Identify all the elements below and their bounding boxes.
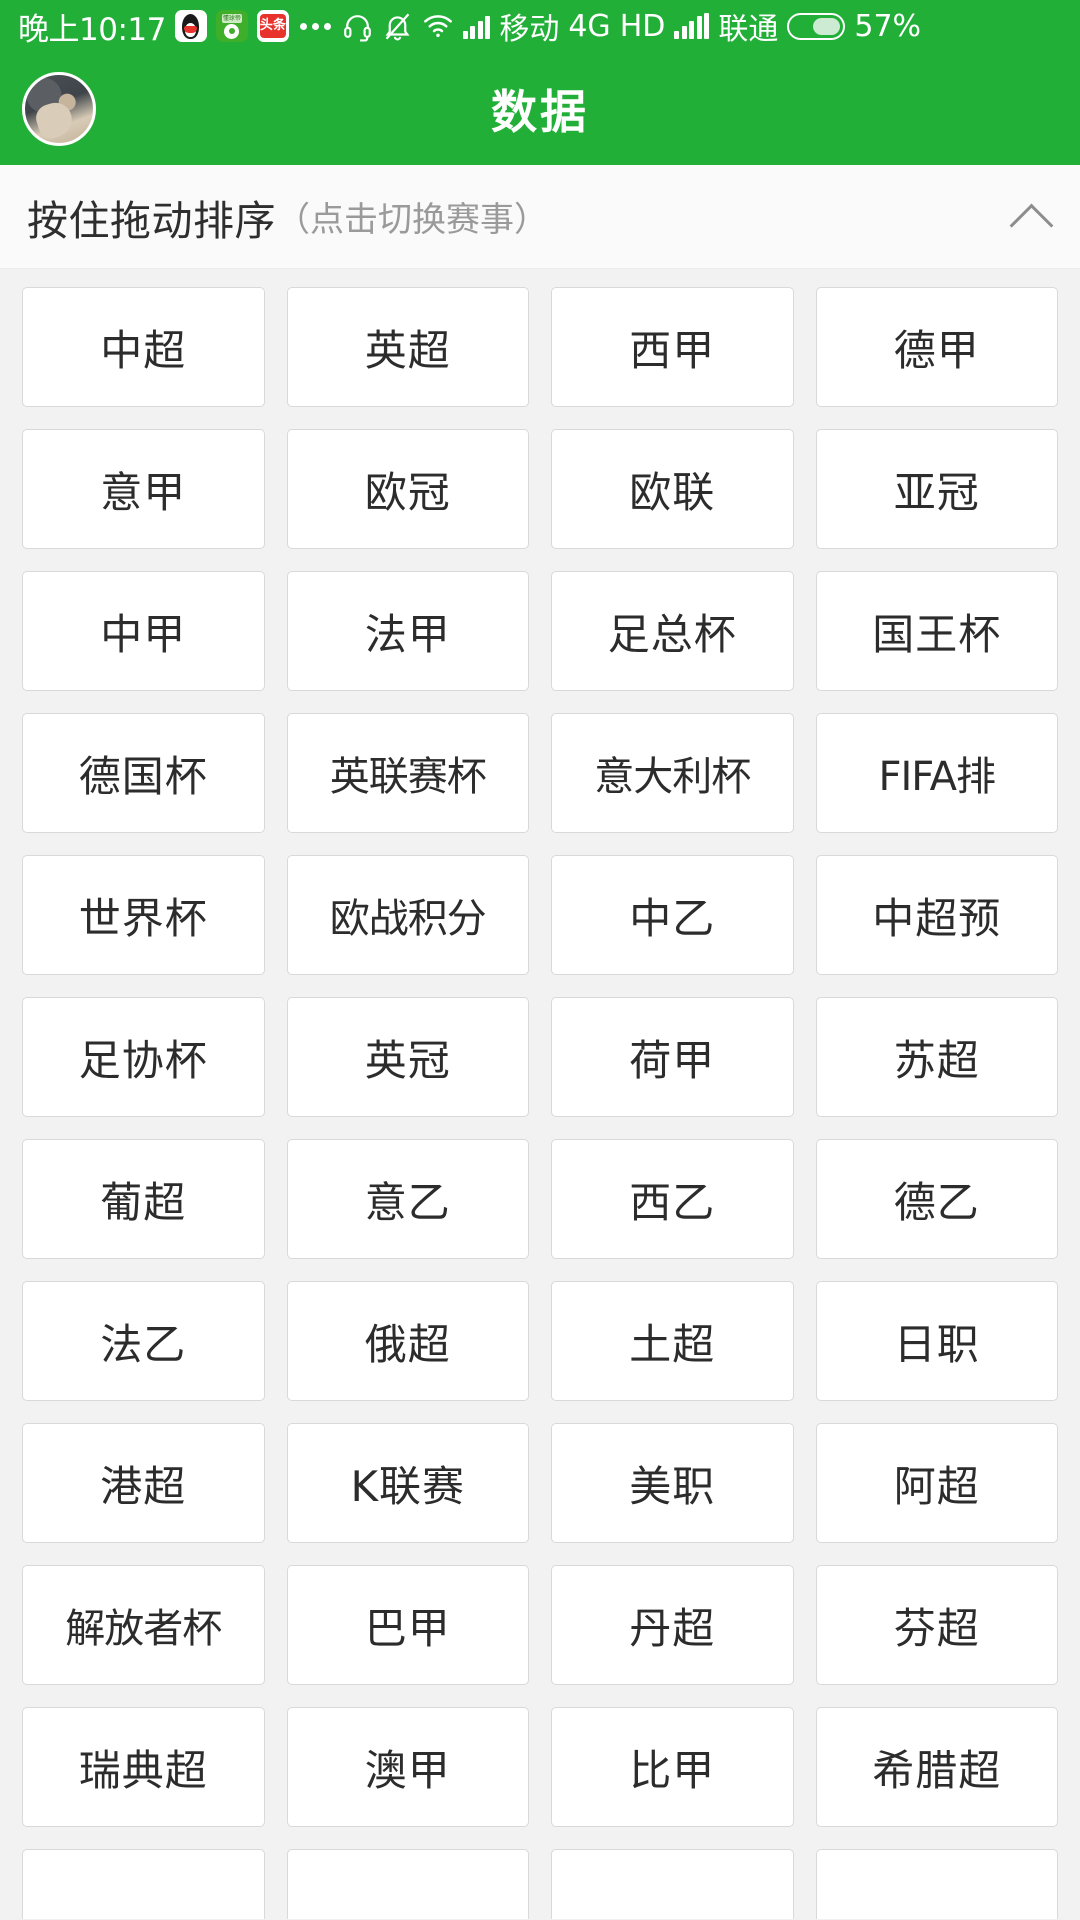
- league-cell[interactable]: 苏超: [815, 997, 1058, 1117]
- league-cell[interactable]: 澳甲: [286, 1707, 529, 1827]
- wifi-icon: [422, 10, 454, 42]
- avatar[interactable]: [22, 71, 96, 146]
- status-clock: 晚上10:17: [18, 11, 166, 48]
- league-cell[interactable]: 足总杯: [551, 571, 794, 691]
- league-cell[interactable]: 中超预: [815, 855, 1058, 975]
- app-header: 数据: [0, 52, 1080, 165]
- league-cell[interactable]: 日职: [815, 1281, 1058, 1401]
- sort-hint-note-label: （点击切换赛事）: [276, 200, 548, 240]
- carrier-label-1: 移动: [499, 12, 560, 47]
- league-cell[interactable]: 港超: [22, 1423, 265, 1543]
- carrier-label-2: 联通: [718, 12, 779, 47]
- league-cell[interactable]: 英超: [286, 287, 529, 407]
- league-grid-container: 中超 英超 西甲 德甲意甲 欧冠 欧联 亚冠中甲 法甲 足总杯 国王杯德国杯 英联赛杯 意大利杯 FIF…: [0, 269, 1080, 1919]
- league-cell[interactable]: 英联赛杯: [286, 713, 529, 833]
- league-cell[interactable]: 美职: [551, 1423, 794, 1543]
- league-cell[interactable]: 解放者杯: [22, 1565, 265, 1685]
- league-cell[interactable]: 法甲: [286, 571, 529, 691]
- battery-icon: [787, 12, 846, 40]
- league-cell[interactable]: [551, 1849, 794, 1919]
- league-cell[interactable]: 瑞典超: [22, 1707, 265, 1827]
- league-cell[interactable]: 巴甲: [286, 1565, 529, 1685]
- page-title: 数据: [491, 84, 589, 139]
- football-app-icon: 懂球帝: [215, 10, 248, 42]
- league-cell[interactable]: 土超: [551, 1281, 794, 1401]
- league-cell[interactable]: 荷甲: [551, 997, 794, 1117]
- league-cell[interactable]: 欧冠: [286, 429, 529, 549]
- league-cell[interactable]: [286, 1849, 529, 1919]
- league-cell[interactable]: 足协杯: [22, 997, 265, 1117]
- league-cell[interactable]: 法乙: [22, 1281, 265, 1401]
- hd-label: HD: [619, 8, 666, 44]
- league-cell[interactable]: 西乙: [551, 1139, 794, 1259]
- league-cell[interactable]: 欧战积分: [286, 855, 529, 975]
- toutiao-icon: 头条: [256, 10, 289, 42]
- league-cell[interactable]: K联赛: [286, 1423, 529, 1543]
- league-cell[interactable]: 德国杯: [22, 713, 265, 833]
- league-cell[interactable]: 芬超: [815, 1565, 1058, 1685]
- league-cell[interactable]: 英冠: [286, 997, 529, 1117]
- signal-bars-icon-2: [674, 13, 710, 39]
- league-cell[interactable]: 意乙: [286, 1139, 529, 1259]
- league-cell[interactable]: 德甲: [815, 287, 1058, 407]
- league-cell[interactable]: 意大利杯: [551, 713, 794, 833]
- league-cell[interactable]: 亚冠: [815, 429, 1058, 549]
- bell-muted-icon: [382, 11, 413, 42]
- league-cell[interactable]: FIFA排: [815, 713, 1058, 833]
- league-cell[interactable]: 国王杯: [815, 571, 1058, 691]
- league-grid: 中超 英超 西甲 德甲意甲 欧冠 欧联 亚冠中甲 法甲 足总杯 国王杯德国杯 英联赛杯 意大利杯 FIF…: [22, 287, 1058, 1919]
- league-cell[interactable]: 欧联: [551, 429, 794, 549]
- league-cell[interactable]: 德乙: [815, 1139, 1058, 1259]
- signal-bars-icon-1: [462, 13, 491, 39]
- league-cell[interactable]: 意甲: [22, 429, 265, 549]
- league-cell[interactable]: 阿超: [815, 1423, 1058, 1543]
- league-cell[interactable]: [22, 1849, 265, 1919]
- league-cell[interactable]: 比甲: [551, 1707, 794, 1827]
- overflow-dots-icon: [299, 22, 331, 30]
- league-cell[interactable]: 中超: [22, 287, 265, 407]
- league-cell[interactable]: 中甲: [22, 571, 265, 691]
- chevron-up-icon[interactable]: [1008, 194, 1054, 240]
- network-type-label: 4G: [568, 8, 611, 44]
- headset-icon: [342, 11, 373, 42]
- sort-hint-bar[interactable]: 按住拖动排序 （点击切换赛事）: [0, 165, 1080, 269]
- league-cell[interactable]: 西甲: [551, 287, 794, 407]
- sort-hint-main-label: 按住拖动排序: [27, 196, 276, 245]
- qq-icon: [174, 10, 207, 42]
- league-cell[interactable]: 俄超: [286, 1281, 529, 1401]
- league-cell[interactable]: 丹超: [551, 1565, 794, 1685]
- league-cell[interactable]: 希腊超: [815, 1707, 1058, 1827]
- league-cell[interactable]: 中乙: [551, 855, 794, 975]
- status-bar: 晚上10:17 懂球帝 头条 移动 4G HD 联通 57%: [0, 0, 1080, 52]
- league-cell[interactable]: [815, 1849, 1058, 1919]
- battery-percent-label: 57%: [854, 8, 922, 44]
- league-cell[interactable]: 世界杯: [22, 855, 265, 975]
- league-cell[interactable]: 葡超: [22, 1139, 265, 1259]
